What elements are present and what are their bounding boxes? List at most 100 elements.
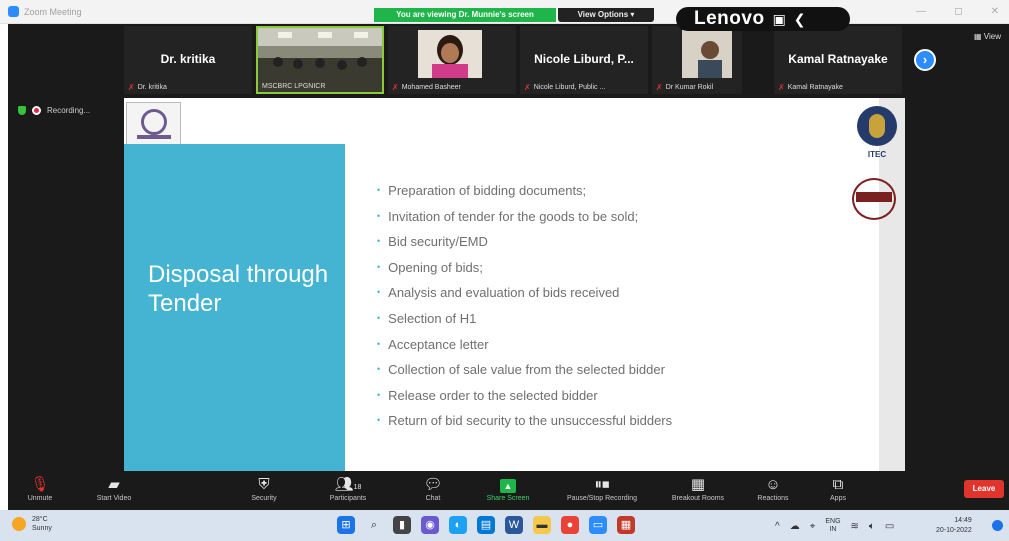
participant-tag-text: Dr Kumar Rokil: [665, 84, 714, 91]
clock-time: 14:49: [954, 517, 972, 524]
participant-tag-text: MSCBRC LPGNICR: [262, 83, 326, 90]
close-icon[interactable]: ✕: [991, 6, 999, 17]
partner-logo: [848, 174, 900, 224]
apps-label: Apps: [830, 495, 846, 502]
word-icon[interactable]: W: [505, 516, 523, 534]
participant-name: Nicole Liburd, P...: [534, 52, 634, 66]
temperature: 28°C: [32, 516, 48, 523]
breakout-rooms-button[interactable]: ▦ Breakout Rooms: [658, 475, 738, 502]
sidebar-toggle-icon[interactable]: ▣: [773, 11, 786, 28]
institute-logo: [126, 102, 181, 150]
chat-app-icon[interactable]: ◉: [421, 516, 439, 534]
muted-mic-icon: ✗: [128, 83, 135, 92]
edge-browser-icon[interactable]: ◐: [449, 516, 467, 534]
lenovo-brand: Lenovo: [694, 8, 765, 29]
zoom-logo-icon: [8, 6, 19, 17]
slide-bullet: • Selection of H1: [377, 310, 477, 326]
participant-tag: ✗ Mohamed Basheer: [392, 83, 461, 92]
recording-label: Recording...: [47, 106, 91, 115]
participant-tag-text: Kamal Ratnayake: [787, 84, 843, 91]
apps-icon: ⧉: [832, 476, 844, 493]
shield-icon: ⛨: [258, 476, 270, 493]
itec-logo: [857, 106, 897, 146]
apps-button[interactable]: ⧉ Apps: [808, 475, 868, 502]
participant-tag: ✗ Nicole Liburd, Public ...: [524, 83, 605, 92]
cloud-icon[interactable]: ☁: [790, 521, 800, 532]
app-title-text: Zoom Meeting: [24, 6, 82, 17]
wifi-icon[interactable]: ≋: [851, 521, 859, 532]
participants-button[interactable]: 👥︎18 Participants: [308, 475, 388, 502]
start-video-button[interactable]: ▰ Start Video: [74, 475, 154, 502]
participant-tag-text: Nicole Liburd, Public ...: [533, 84, 606, 91]
participant-tag-text: Mohamed Basheer: [401, 84, 461, 91]
smiley-icon: ☺: [765, 476, 781, 493]
participant-tile[interactable]: ✗ Mohamed Basheer: [388, 26, 516, 94]
battery-icon[interactable]: ▭: [885, 521, 894, 532]
language-indicator[interactable]: ENG IN: [825, 518, 840, 534]
video-feed-image: [418, 30, 482, 78]
participant-name: Dr. kritika: [160, 52, 216, 66]
participant-tile[interactable]: ✗ Dr Kumar Rokil: [652, 26, 742, 94]
participant-tag-text: Dr. kritika: [137, 84, 167, 91]
windows-taskbar: 28°C Sunny ⊞ ⌕ ▮ ◉ ◐ ▤ W ▬ ● ▭ ▦ ^ ☁ ⌖ E…: [0, 510, 1009, 541]
view-options-button[interactable]: View Options ▾: [558, 8, 654, 22]
participant-tag: ✗ Dr. kritika: [128, 83, 167, 92]
participant-tile[interactable]: Nicole Liburd, P... ✗ Nicole Liburd, Publ…: [520, 26, 648, 94]
task-view-icon[interactable]: ▮: [393, 516, 411, 534]
slide-title: Disposal through Tender: [148, 261, 329, 317]
meeting-toolbar: 🎙︎ Unmute ▰ Start Video ⛨ Security 👥︎18 …: [8, 472, 1009, 510]
reactions-label: Reactions: [757, 495, 789, 502]
store-icon[interactable]: ▤: [477, 516, 495, 534]
chat-label: Chat: [425, 495, 441, 502]
pause-stop-recording-button[interactable]: ⏸⏹ Pause/Stop Recording: [552, 475, 652, 502]
leave-button[interactable]: Leave: [964, 480, 1004, 498]
muted-mic-icon: ✗: [656, 83, 663, 92]
viewing-banner: You are viewing Dr. Munnie's screen: [374, 8, 556, 22]
folder-icon[interactable]: ▬: [533, 516, 551, 534]
participants-count: 18: [353, 484, 362, 491]
participant-tile[interactable]: Kamal Ratnayake ✗ Kamal Ratnayake: [774, 26, 902, 94]
recording-dot-icon: [32, 106, 41, 115]
app-title: Zoom Meeting: [8, 6, 82, 17]
weather-widget[interactable]: 28°C Sunny: [12, 515, 52, 533]
sun-icon: [12, 517, 26, 531]
pdf-app-icon[interactable]: ▦: [617, 516, 635, 534]
unmute-label: Unmute: [27, 495, 53, 502]
search-icon[interactable]: ⌕: [365, 516, 383, 534]
participant-tile[interactable]: MSCBRC LPGNICR: [256, 26, 384, 94]
location-icon[interactable]: ⌖: [810, 521, 816, 532]
muted-mic-icon: ✗: [778, 83, 785, 92]
share-screen-button[interactable]: ▲ Share Screen: [476, 475, 540, 502]
next-page-button[interactable]: ›: [914, 49, 936, 71]
view-button[interactable]: ▦ View: [974, 32, 1001, 41]
participant-name: Kamal Ratnayake: [788, 52, 888, 66]
reactions-button[interactable]: ☺ Reactions: [738, 475, 808, 502]
notification-icon[interactable]: [992, 520, 1003, 531]
chrome-icon[interactable]: ●: [561, 516, 579, 534]
muted-mic-icon: 🎙︎: [30, 476, 50, 493]
share-arrow-icon: ▲: [476, 475, 540, 495]
maximize-icon[interactable]: ◻: [954, 6, 962, 17]
video-feed-image: [682, 30, 732, 78]
participant-tag: ✗ Dr Kumar Rokil: [656, 83, 713, 92]
windows-start-icon[interactable]: ⊞: [337, 516, 355, 534]
zoom-app-icon[interactable]: ▭: [589, 516, 607, 534]
chat-button[interactable]: 💬︎ Chat: [408, 475, 458, 502]
window-controls: — ◻ ✕: [916, 6, 999, 17]
taskbar-clock[interactable]: 14:49 20-10-2022: [936, 516, 972, 536]
window-titlebar: Zoom Meeting You are viewing Dr. Munnie'…: [0, 0, 1009, 24]
participant-strip: Dr. kritika ✗Dr. kritika MSCBRC LPGNICR: [8, 24, 1009, 96]
start-video-label: Start Video: [96, 495, 132, 502]
security-button[interactable]: ⛨ Security: [234, 475, 294, 502]
slide-bullet-list: • Preparation of bidding documents; • Invi…: [377, 178, 837, 434]
slide-bullet: • Analysis and evaluation of bids receive…: [377, 285, 620, 301]
participant-tile[interactable]: Dr. kritika ✗ Dr. kritika: [124, 26, 252, 94]
minimize-icon[interactable]: —: [916, 6, 926, 17]
chevron-left-icon[interactable]: ❮: [794, 11, 806, 28]
recording-label-toolbar: Pause/Stop Recording: [566, 495, 638, 502]
slide-bullet: • Opening of bids;: [377, 259, 483, 275]
slide-bullet: • Preparation of bidding documents;: [377, 183, 587, 198]
volume-icon[interactable]: 🔈︎: [869, 521, 875, 532]
chevron-up-icon[interactable]: ^: [775, 521, 780, 532]
unmute-button[interactable]: 🎙︎ Unmute: [8, 475, 72, 502]
